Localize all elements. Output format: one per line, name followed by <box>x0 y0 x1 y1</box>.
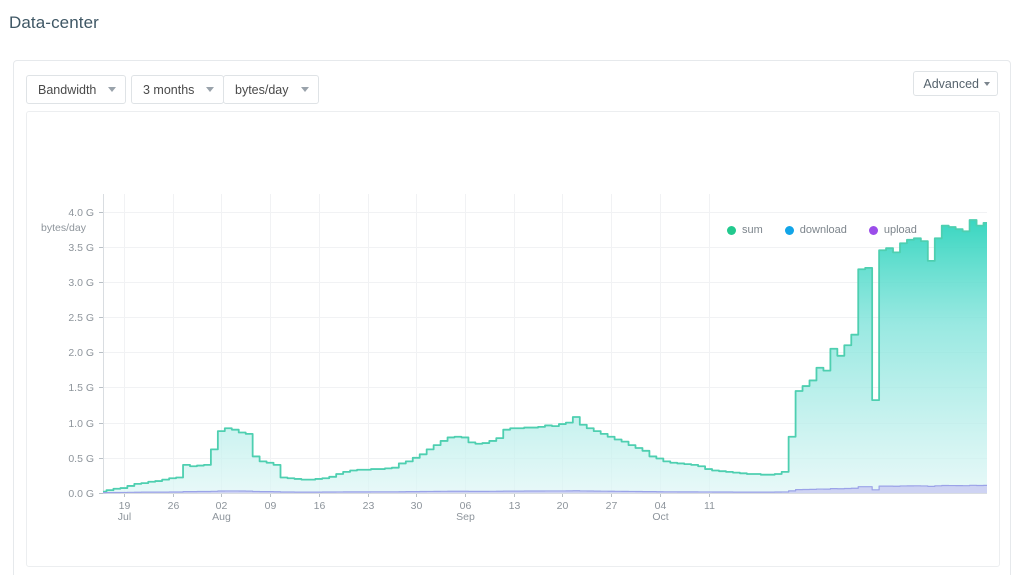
x-tick-label: 13 <box>509 500 521 512</box>
y-tick-label: 1.5 G <box>68 382 94 394</box>
y-tick-label: 0.5 G <box>68 453 94 465</box>
x-tick-label: 09 <box>265 500 277 512</box>
chart-panel: bytes/day sum download upload 0.0 G 0.5 G 1.… <box>26 111 1000 567</box>
y-tick-label: 2.5 G <box>68 312 94 324</box>
app-root: { "page": { "title": "Data-center", "tit… <box>0 0 1024 575</box>
metric-dropdown-label: Bandwidth <box>38 82 97 97</box>
plot-area: 0.0 G 0.5 G 1.0 G 1.5 G 2.0 G 2.5 G 3.0 G 3.5 G… <box>27 112 1000 567</box>
chevron-down-icon <box>984 81 990 86</box>
x-tick-month-label: Jul <box>118 511 131 523</box>
y-tick-label: 1.0 G <box>68 418 94 430</box>
bandwidth-area-chart[interactable]: 0.0 G 0.5 G 1.0 G 1.5 G 2.0 G 2.5 G 3.0 G 3.5 G… <box>27 112 1000 567</box>
series-area-sum <box>103 220 987 493</box>
bandwidth-card: Bandwidth 3 months bytes/day Advanced by… <box>13 60 1011 575</box>
x-tick-month-label: Aug <box>212 511 231 523</box>
y-tick-label: 2.0 G <box>68 347 94 359</box>
x-tick-label: 20 <box>557 500 569 512</box>
y-tick-label: 4.0 G <box>68 207 94 219</box>
x-tick-label: 30 <box>411 500 423 512</box>
x-tick-label: 27 <box>606 500 618 512</box>
chevron-down-icon <box>300 87 309 92</box>
x-tick-label: 11 <box>704 500 715 512</box>
y-tick-label: 3.5 G <box>68 242 94 254</box>
page-title: Data-center <box>9 13 99 32</box>
range-dropdown-label: 3 months <box>143 82 195 97</box>
y-tick-label: 3.0 G <box>68 277 94 289</box>
chevron-down-icon <box>108 87 117 92</box>
advanced-dropdown-label: Advanced <box>923 76 979 91</box>
unit-dropdown-label: bytes/day <box>235 82 289 97</box>
x-tick-month-label: Oct <box>652 511 668 523</box>
advanced-dropdown[interactable]: Advanced <box>913 71 998 96</box>
range-dropdown[interactable]: 3 months <box>131 75 225 104</box>
chevron-down-icon <box>206 87 215 92</box>
y-tick-label: 0.0 G <box>68 488 94 500</box>
x-tick-label: 23 <box>363 500 375 512</box>
metric-dropdown[interactable]: Bandwidth <box>26 75 127 104</box>
x-tick-month-label: Sep <box>456 511 475 523</box>
x-tick-label: 26 <box>168 500 180 512</box>
chart-toolbar: Bandwidth 3 months bytes/day Advanced <box>14 61 1010 113</box>
x-tick-label: 16 <box>314 500 326 512</box>
unit-dropdown[interactable]: bytes/day <box>223 75 319 104</box>
